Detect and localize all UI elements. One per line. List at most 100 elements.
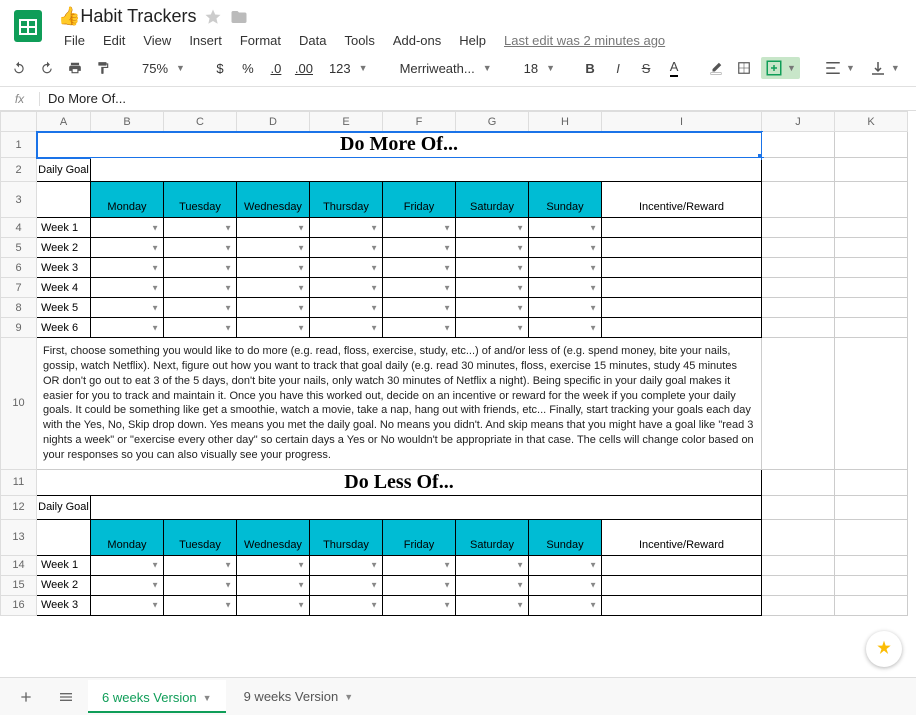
- cell[interactable]: [762, 298, 835, 318]
- tracking-dropdown[interactable]: ▼: [91, 278, 164, 298]
- cell[interactable]: [762, 595, 835, 615]
- tracking-dropdown[interactable]: ▼: [310, 238, 383, 258]
- tracking-dropdown[interactable]: ▼: [91, 595, 164, 615]
- row-header[interactable]: 4: [1, 218, 37, 238]
- row-header[interactable]: 10: [1, 338, 37, 470]
- menu-view[interactable]: View: [135, 31, 179, 50]
- tracking-dropdown[interactable]: ▼: [237, 278, 310, 298]
- tracking-dropdown[interactable]: ▼: [456, 595, 529, 615]
- tracking-dropdown[interactable]: ▼: [310, 278, 383, 298]
- tracking-dropdown[interactable]: ▼: [164, 258, 237, 278]
- tracking-dropdown[interactable]: ▼: [237, 575, 310, 595]
- tracking-dropdown[interactable]: ▼: [456, 575, 529, 595]
- tracking-dropdown[interactable]: ▼: [456, 278, 529, 298]
- tracking-dropdown[interactable]: ▼: [310, 298, 383, 318]
- tracking-dropdown[interactable]: ▼: [237, 238, 310, 258]
- cell[interactable]: [762, 182, 835, 218]
- menu-help[interactable]: Help: [451, 31, 494, 50]
- week-label[interactable]: Week 3: [37, 258, 91, 278]
- col-header[interactable]: F: [383, 112, 456, 132]
- text-color-button[interactable]: A: [663, 56, 685, 80]
- doc-title[interactable]: 👍Habit Trackers: [58, 6, 196, 27]
- number-format-select[interactable]: 123▼: [321, 61, 372, 76]
- cell[interactable]: [762, 575, 835, 595]
- tracking-dropdown[interactable]: ▼: [529, 575, 602, 595]
- cell[interactable]: [762, 519, 835, 555]
- tracking-dropdown[interactable]: ▼: [310, 575, 383, 595]
- col-header[interactable]: G: [456, 112, 529, 132]
- last-edit-link[interactable]: Last edit was 2 minutes ago: [504, 33, 665, 48]
- undo-button[interactable]: [8, 56, 30, 80]
- daily-goal-input[interactable]: [91, 158, 762, 182]
- cell[interactable]: [37, 182, 91, 218]
- bold-button[interactable]: B: [579, 56, 601, 80]
- menu-format[interactable]: Format: [232, 31, 289, 50]
- daily-goal-input[interactable]: [91, 495, 762, 519]
- tracking-dropdown[interactable]: ▼: [456, 555, 529, 575]
- cell[interactable]: [37, 519, 91, 555]
- tracking-dropdown[interactable]: ▼: [91, 575, 164, 595]
- tracking-dropdown[interactable]: ▼: [529, 298, 602, 318]
- cell[interactable]: [835, 218, 908, 238]
- menu-edit[interactable]: Edit: [95, 31, 133, 50]
- cell[interactable]: [835, 338, 908, 470]
- tracking-dropdown[interactable]: ▼: [383, 258, 456, 278]
- tracking-dropdown[interactable]: ▼: [91, 238, 164, 258]
- tracking-dropdown[interactable]: ▼: [164, 238, 237, 258]
- cell[interactable]: [835, 555, 908, 575]
- tracking-dropdown[interactable]: ▼: [456, 218, 529, 238]
- day-header[interactable]: Monday: [91, 182, 164, 218]
- zoom-select[interactable]: 75%▼: [134, 61, 189, 76]
- sheets-logo[interactable]: [8, 6, 48, 46]
- row-header[interactable]: 15: [1, 575, 37, 595]
- day-header[interactable]: Thursday: [310, 519, 383, 555]
- instructions-cell[interactable]: First, choose something you would like t…: [37, 338, 762, 470]
- tracking-dropdown[interactable]: ▼: [456, 258, 529, 278]
- menu-tools[interactable]: Tools: [336, 31, 382, 50]
- day-header[interactable]: Sunday: [529, 182, 602, 218]
- row-header[interactable]: 8: [1, 298, 37, 318]
- col-header[interactable]: A: [37, 112, 91, 132]
- cell[interactable]: [835, 575, 908, 595]
- italic-button[interactable]: I: [607, 56, 629, 80]
- incentive-cell[interactable]: [602, 595, 762, 615]
- tracking-dropdown[interactable]: ▼: [310, 258, 383, 278]
- week-label[interactable]: Week 1: [37, 555, 91, 575]
- week-label[interactable]: Week 5: [37, 298, 91, 318]
- tracking-dropdown[interactable]: ▼: [310, 218, 383, 238]
- menu-file[interactable]: File: [56, 31, 93, 50]
- cell[interactable]: [835, 595, 908, 615]
- day-header[interactable]: Friday: [383, 519, 456, 555]
- sheet-tab-6weeks[interactable]: 6 weeks Version▼: [88, 680, 226, 713]
- cell[interactable]: [762, 469, 835, 495]
- tracking-dropdown[interactable]: ▼: [91, 555, 164, 575]
- day-header[interactable]: Tuesday: [164, 182, 237, 218]
- cell[interactable]: [835, 238, 908, 258]
- col-header[interactable]: E: [310, 112, 383, 132]
- tracking-dropdown[interactable]: ▼: [237, 555, 310, 575]
- cell[interactable]: [762, 218, 835, 238]
- daily-goal-label[interactable]: Daily Goal: [37, 158, 91, 182]
- tracking-dropdown[interactable]: ▼: [383, 218, 456, 238]
- row-header[interactable]: 6: [1, 258, 37, 278]
- day-header[interactable]: Friday: [383, 182, 456, 218]
- text-wrap-button[interactable]: ▼: [910, 59, 916, 77]
- merge-cells-button[interactable]: ▼: [761, 57, 800, 79]
- percent-button[interactable]: %: [237, 56, 259, 80]
- incentive-header[interactable]: Incentive/Reward: [602, 182, 762, 218]
- tracking-dropdown[interactable]: ▼: [529, 595, 602, 615]
- row-header[interactable]: 5: [1, 238, 37, 258]
- cell[interactable]: [762, 338, 835, 470]
- h-align-button[interactable]: ▼: [820, 59, 859, 77]
- col-header[interactable]: H: [529, 112, 602, 132]
- section-title-cell[interactable]: Do More Of...: [37, 132, 762, 158]
- cell[interactable]: [762, 132, 835, 158]
- star-icon[interactable]: [204, 8, 222, 26]
- tracking-dropdown[interactable]: ▼: [529, 555, 602, 575]
- incentive-cell[interactable]: [602, 218, 762, 238]
- row-header[interactable]: 1: [1, 132, 37, 158]
- tracking-dropdown[interactable]: ▼: [237, 298, 310, 318]
- explore-button[interactable]: [866, 631, 902, 667]
- font-size-select[interactable]: 18▼: [516, 61, 559, 76]
- week-label[interactable]: Week 1: [37, 218, 91, 238]
